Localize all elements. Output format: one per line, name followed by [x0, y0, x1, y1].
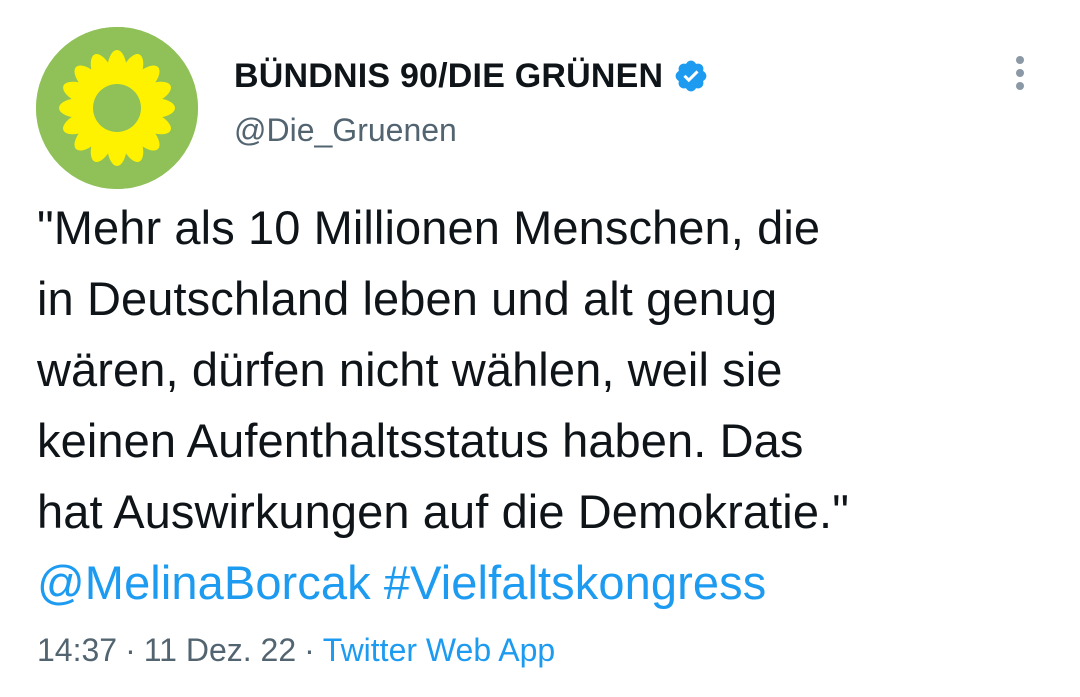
handle[interactable]: @Die_Gruenen [234, 112, 709, 149]
tweet-line: "Mehr als 10 Millionen Menschen, die [37, 201, 821, 254]
tweet-line: keinen Aufenthaltsstatus haben. Das [37, 414, 804, 467]
display-name[interactable]: BÜNDNIS 90/DIE GRÜNEN [234, 57, 663, 96]
source-app-link[interactable]: Twitter Web App [323, 632, 555, 668]
avatar[interactable] [36, 27, 198, 189]
separator: · [304, 632, 315, 668]
tweet-text: "Mehr als 10 Millionen Menschen, die in … [37, 192, 1047, 618]
tweet-line: in Deutschland leben und alt genug [37, 272, 778, 325]
tweet-links-line: @MelinaBorcak #Vielfaltskongress [37, 547, 1047, 618]
author-block: BÜNDNIS 90/DIE GRÜNEN @Die_Gruenen [234, 54, 709, 149]
tweet-line: hat Auswirkungen auf die Demokratie." [37, 485, 849, 538]
mention-link[interactable]: @MelinaBorcak [37, 556, 371, 609]
tweet-date[interactable]: 11 Dez. 22 [144, 632, 296, 668]
name-row: BÜNDNIS 90/DIE GRÜNEN [234, 54, 709, 98]
more-vertical-icon[interactable] [1000, 48, 1040, 98]
separator: · [125, 632, 136, 668]
hashtag-link[interactable]: #Vielfaltskongress [384, 556, 766, 609]
sunflower-icon [36, 27, 198, 189]
tweet-line: wären, dürfen nicht wählen, weil sie [37, 343, 783, 396]
tweet: BÜNDNIS 90/DIE GRÜNEN @Die_Gruenen "Mehr… [0, 0, 1080, 697]
verified-badge-icon [675, 60, 707, 92]
more-dot [1016, 69, 1024, 77]
tweet-time[interactable]: 14:37 [37, 632, 117, 668]
more-dot [1016, 82, 1024, 90]
more-dot [1016, 56, 1024, 64]
tweet-meta: 14:37 · 11 Dez. 22 · Twitter Web App [37, 632, 555, 669]
